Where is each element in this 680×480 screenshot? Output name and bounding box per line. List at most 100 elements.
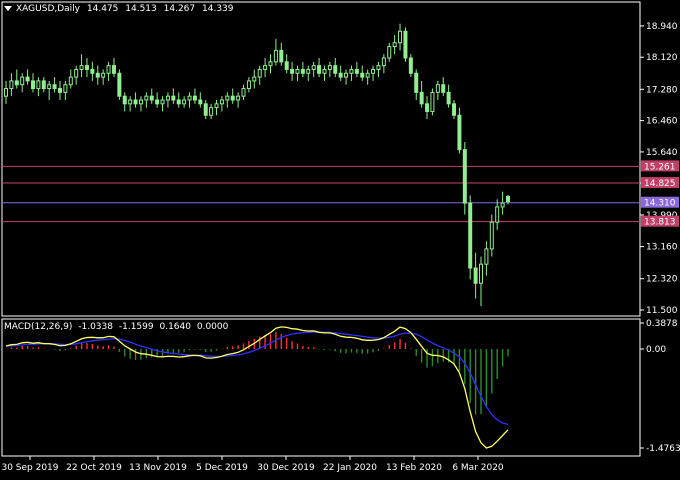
- candle-body[interactable]: [295, 68, 300, 74]
- candle-body[interactable]: [219, 99, 224, 105]
- candle-body[interactable]: [473, 267, 478, 284]
- candle-body[interactable]: [106, 65, 111, 74]
- candle-body[interactable]: [311, 65, 316, 70]
- candle-body[interactable]: [468, 202, 473, 269]
- candle-body[interactable]: [165, 95, 170, 101]
- candle-body[interactable]: [252, 76, 257, 82]
- candle-body[interactable]: [263, 65, 268, 70]
- low-value: 14.267: [163, 4, 196, 14]
- candle-body[interactable]: [484, 248, 489, 265]
- candle-body[interactable]: [338, 72, 343, 78]
- candle-body[interactable]: [84, 65, 89, 70]
- candle-body[interactable]: [144, 95, 149, 101]
- candle-body[interactable]: [398, 30, 403, 44]
- candle-body[interactable]: [344, 72, 349, 78]
- candle-body[interactable]: [63, 84, 68, 93]
- candle-body[interactable]: [322, 68, 327, 74]
- candle-body[interactable]: [20, 76, 25, 86]
- candle-body[interactable]: [198, 99, 203, 105]
- candle-body[interactable]: [462, 149, 467, 204]
- candle-body[interactable]: [74, 68, 79, 78]
- candle-body[interactable]: [30, 80, 35, 90]
- candle-body[interactable]: [354, 68, 359, 74]
- candle-body[interactable]: [187, 95, 192, 101]
- price-level-tag-label: 14.825: [644, 179, 676, 189]
- candle-body[interactable]: [317, 65, 322, 74]
- candle-body[interactable]: [457, 114, 462, 151]
- candle-body[interactable]: [52, 84, 57, 90]
- candle-body[interactable]: [446, 91, 451, 105]
- candle-body[interactable]: [408, 57, 413, 74]
- candle-body[interactable]: [209, 107, 214, 116]
- candle-body[interactable]: [4, 88, 8, 97]
- chart-canvas[interactable]: 18.94018.12017.28016.46015.64014.82513.9…: [0, 0, 680, 480]
- candle-body[interactable]: [133, 99, 138, 105]
- candle-body[interactable]: [225, 95, 230, 101]
- candle-body[interactable]: [101, 72, 106, 78]
- candle-body[interactable]: [452, 103, 457, 116]
- candle-body[interactable]: [171, 95, 176, 101]
- candle-body[interactable]: [500, 202, 505, 208]
- candle-body[interactable]: [14, 80, 19, 86]
- candle-body[interactable]: [203, 103, 208, 116]
- candle-body[interactable]: [403, 30, 408, 59]
- candle-body[interactable]: [381, 57, 386, 67]
- candle-body[interactable]: [268, 61, 273, 67]
- candle-body[interactable]: [306, 68, 311, 74]
- candle-body[interactable]: [435, 84, 440, 93]
- candle-body[interactable]: [495, 206, 500, 223]
- candle-body[interactable]: [414, 72, 419, 93]
- candle-body[interactable]: [214, 103, 219, 109]
- candle-body[interactable]: [79, 65, 84, 70]
- candle-body[interactable]: [95, 72, 100, 78]
- candle-body[interactable]: [349, 68, 354, 74]
- candle-body[interactable]: [9, 80, 14, 90]
- candle-body[interactable]: [57, 88, 62, 93]
- candle-body[interactable]: [241, 88, 246, 97]
- candle-body[interactable]: [111, 65, 116, 74]
- candle-body[interactable]: [425, 103, 430, 112]
- candle-body[interactable]: [90, 68, 95, 74]
- candle-body[interactable]: [327, 65, 332, 70]
- candle-body[interactable]: [230, 95, 235, 101]
- price-axis-label: 16.460: [646, 117, 678, 127]
- candle-body[interactable]: [284, 61, 289, 70]
- candle-body[interactable]: [182, 99, 187, 105]
- candle-body[interactable]: [506, 195, 510, 203]
- candle-body[interactable]: [441, 84, 446, 93]
- candle-body[interactable]: [273, 49, 278, 63]
- candle-body[interactable]: [479, 263, 484, 284]
- candle-body[interactable]: [360, 72, 365, 78]
- candle-body[interactable]: [246, 80, 251, 90]
- candle-body[interactable]: [25, 76, 30, 82]
- candle-body[interactable]: [138, 99, 143, 105]
- candle-body[interactable]: [430, 91, 435, 112]
- candle-body[interactable]: [155, 99, 160, 105]
- candle-body[interactable]: [387, 46, 392, 59]
- candle-body[interactable]: [192, 95, 197, 101]
- candle-body[interactable]: [41, 80, 46, 90]
- candle-body[interactable]: [419, 91, 424, 105]
- candle-body[interactable]: [257, 68, 262, 78]
- chart-window[interactable]: 18.94018.12017.28016.46015.64014.82513.9…: [0, 0, 680, 480]
- candle-body[interactable]: [236, 95, 241, 101]
- candle-body[interactable]: [279, 49, 284, 63]
- candle-body[interactable]: [128, 99, 133, 105]
- candle-body[interactable]: [290, 68, 295, 74]
- candle-body[interactable]: [68, 76, 73, 86]
- candle-body[interactable]: [489, 221, 494, 250]
- candle-body[interactable]: [149, 95, 154, 101]
- candle-body[interactable]: [36, 80, 41, 90]
- candle-body[interactable]: [176, 99, 181, 105]
- dropdown-triangle-icon[interactable]: [4, 6, 12, 11]
- candle-body[interactable]: [371, 68, 376, 74]
- candle-body[interactable]: [365, 72, 370, 78]
- candle-body[interactable]: [300, 68, 305, 74]
- candle-body[interactable]: [160, 99, 165, 105]
- candle-body[interactable]: [117, 72, 122, 97]
- candle-body[interactable]: [376, 65, 381, 70]
- candle-body[interactable]: [122, 95, 127, 105]
- candle-body[interactable]: [333, 65, 338, 74]
- candle-body[interactable]: [392, 42, 397, 48]
- candle-body[interactable]: [47, 84, 52, 90]
